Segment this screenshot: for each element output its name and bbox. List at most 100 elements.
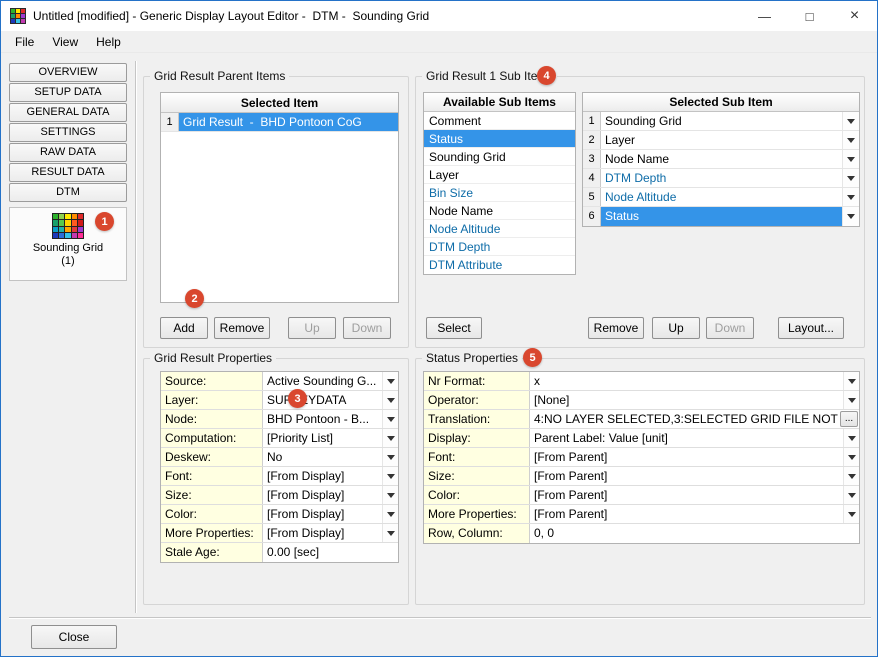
remove-button[interactable]: Remove (588, 317, 644, 339)
sidebar-item-general-data[interactable]: GENERAL DATA (9, 103, 127, 122)
column-header-selected-item: Selected Item (161, 93, 398, 113)
menu-help[interactable]: Help (87, 32, 130, 52)
property-row-layer: Layer: SURVEYDATA (161, 391, 398, 410)
list-item[interactable]: DTM Attribute (424, 256, 575, 274)
dtm-item-label: Sounding Grid (10, 242, 126, 255)
annotation-badge-5: 5 (523, 348, 542, 367)
column-header-selected-sub-item: Selected Sub Item (583, 93, 859, 112)
bottom-separator (9, 617, 871, 619)
annotation-badge-1: 1 (95, 212, 114, 231)
list-item[interactable]: Sounding Grid (424, 148, 575, 166)
property-row-row-column: Row, Column: 0, 0 (424, 524, 859, 543)
table-row[interactable]: 1 Sounding Grid (583, 112, 859, 131)
property-row-translation: Translation: 4:NO LAYER SELECTED,3:SELEC… (424, 410, 859, 429)
available-sub-items-list: Available Sub Items Comment Status Sound… (423, 92, 576, 275)
dropdown-arrow-icon[interactable] (842, 131, 859, 149)
dropdown-arrow-icon[interactable] (842, 169, 859, 187)
sounding-grid-icon (52, 213, 84, 239)
property-row-deskew: Deskew: No (161, 448, 398, 467)
parent-items-table: Selected Item 1 Grid Result - BHD Pontoo… (160, 92, 399, 303)
group-title: Grid Result Properties (150, 351, 276, 365)
layout-button[interactable]: Layout... (778, 317, 844, 339)
remove-button[interactable]: Remove (214, 317, 270, 339)
dropdown-arrow-icon[interactable] (843, 391, 859, 409)
add-button[interactable]: Add (160, 317, 208, 339)
dropdown-arrow-icon[interactable] (382, 429, 398, 447)
annotation-badge-3: 3 (288, 389, 307, 408)
minimize-icon[interactable]: — (742, 1, 787, 31)
annotation-badge-2: 2 (185, 289, 204, 308)
property-row-operator: Operator: [None] (424, 391, 859, 410)
sidebar-item-setup-data[interactable]: SETUP DATA (9, 83, 127, 102)
property-row-source: Source: Active Sounding G... (161, 372, 398, 391)
down-button[interactable]: Down (343, 317, 391, 339)
table-row[interactable]: 5 Node Altitude (583, 188, 859, 207)
annotation-badge-4: 4 (537, 66, 556, 85)
list-item[interactable]: DTM Depth (424, 238, 575, 256)
sidebar-item-dtm[interactable]: DTM (9, 183, 127, 202)
dropdown-arrow-icon[interactable] (382, 505, 398, 523)
dropdown-arrow-icon[interactable] (843, 429, 859, 447)
dropdown-arrow-icon[interactable] (843, 467, 859, 485)
menubar: File View Help (1, 31, 877, 53)
list-header: Available Sub Items (424, 93, 575, 112)
dropdown-arrow-icon[interactable] (382, 486, 398, 504)
property-row-stale-age: Stale Age: 0.00 [sec] (161, 543, 398, 562)
maximize-icon[interactable]: □ (787, 1, 832, 31)
table-row[interactable]: 4 DTM Depth (583, 169, 859, 188)
table-row[interactable]: 3 Node Name (583, 150, 859, 169)
dropdown-arrow-icon[interactable] (382, 524, 398, 542)
close-dialog-button[interactable]: Close (31, 625, 117, 649)
dropdown-arrow-icon[interactable] (842, 150, 859, 168)
property-row-font: Font: [From Display] (161, 467, 398, 486)
menu-view[interactable]: View (43, 32, 87, 52)
dropdown-arrow-icon[interactable] (843, 505, 859, 523)
down-button[interactable]: Down (706, 317, 754, 339)
table-row[interactable]: 2 Layer (583, 131, 859, 150)
table-row[interactable]: 6 Status (583, 207, 859, 226)
menu-file[interactable]: File (6, 32, 43, 52)
property-row-more-properties: More Properties: [From Parent] (424, 505, 859, 524)
titlebar: Untitled [modified] - Generic Display La… (1, 1, 877, 31)
dropdown-arrow-icon[interactable] (842, 207, 859, 226)
dropdown-arrow-icon[interactable] (382, 410, 398, 428)
property-row-nr-format: Nr Format: x (424, 372, 859, 391)
up-button[interactable]: Up (652, 317, 700, 339)
group-status-properties: Status Properties Nr Format: x Operator:… (415, 358, 865, 605)
dropdown-arrow-icon[interactable] (842, 112, 859, 130)
property-row-display: Display: Parent Label: Value [unit] (424, 429, 859, 448)
dropdown-arrow-icon[interactable] (843, 372, 859, 390)
property-row-computation: Computation: [Priority List] (161, 429, 398, 448)
dropdown-arrow-icon[interactable] (842, 188, 859, 206)
table-row[interactable]: 1 Grid Result - BHD Pontoon CoG (161, 113, 398, 132)
dropdown-arrow-icon[interactable] (382, 391, 398, 409)
list-item[interactable]: Status (424, 130, 575, 148)
sidebar-item-result-data[interactable]: RESULT DATA (9, 163, 127, 182)
vertical-separator (135, 61, 137, 613)
ellipsis-button[interactable]: ... (840, 411, 858, 427)
list-item[interactable]: Node Altitude (424, 220, 575, 238)
sidebar-item-settings[interactable]: SETTINGS (9, 123, 127, 142)
group-title: Status Properties (422, 351, 522, 365)
dropdown-arrow-icon[interactable] (382, 372, 398, 390)
dropdown-arrow-icon[interactable] (382, 467, 398, 485)
group-grid-result-properties: Grid Result Properties Source: Active So… (143, 358, 409, 605)
property-row-node: Node: BHD Pontoon - B... (161, 410, 398, 429)
select-button[interactable]: Select (426, 317, 482, 339)
property-row-color: Color: [From Display] (161, 505, 398, 524)
dialog-window: Untitled [modified] - Generic Display La… (0, 0, 878, 657)
sidebar-item-raw-data[interactable]: RAW DATA (9, 143, 127, 162)
dropdown-arrow-icon[interactable] (843, 486, 859, 504)
dropdown-arrow-icon[interactable] (382, 448, 398, 466)
list-item[interactable]: Node Name (424, 202, 575, 220)
property-row-size: Size: [From Parent] (424, 467, 859, 486)
property-row-more-properties: More Properties: [From Display] (161, 524, 398, 543)
dropdown-arrow-icon[interactable] (843, 448, 859, 466)
status-properties-table: Nr Format: x Operator: [None] Translatio… (423, 371, 860, 544)
list-item[interactable]: Bin Size (424, 184, 575, 202)
list-item[interactable]: Comment (424, 112, 575, 130)
list-item[interactable]: Layer (424, 166, 575, 184)
close-icon[interactable]: × (832, 1, 877, 31)
sidebar-item-overview[interactable]: OVERVIEW (9, 63, 127, 82)
up-button[interactable]: Up (288, 317, 336, 339)
